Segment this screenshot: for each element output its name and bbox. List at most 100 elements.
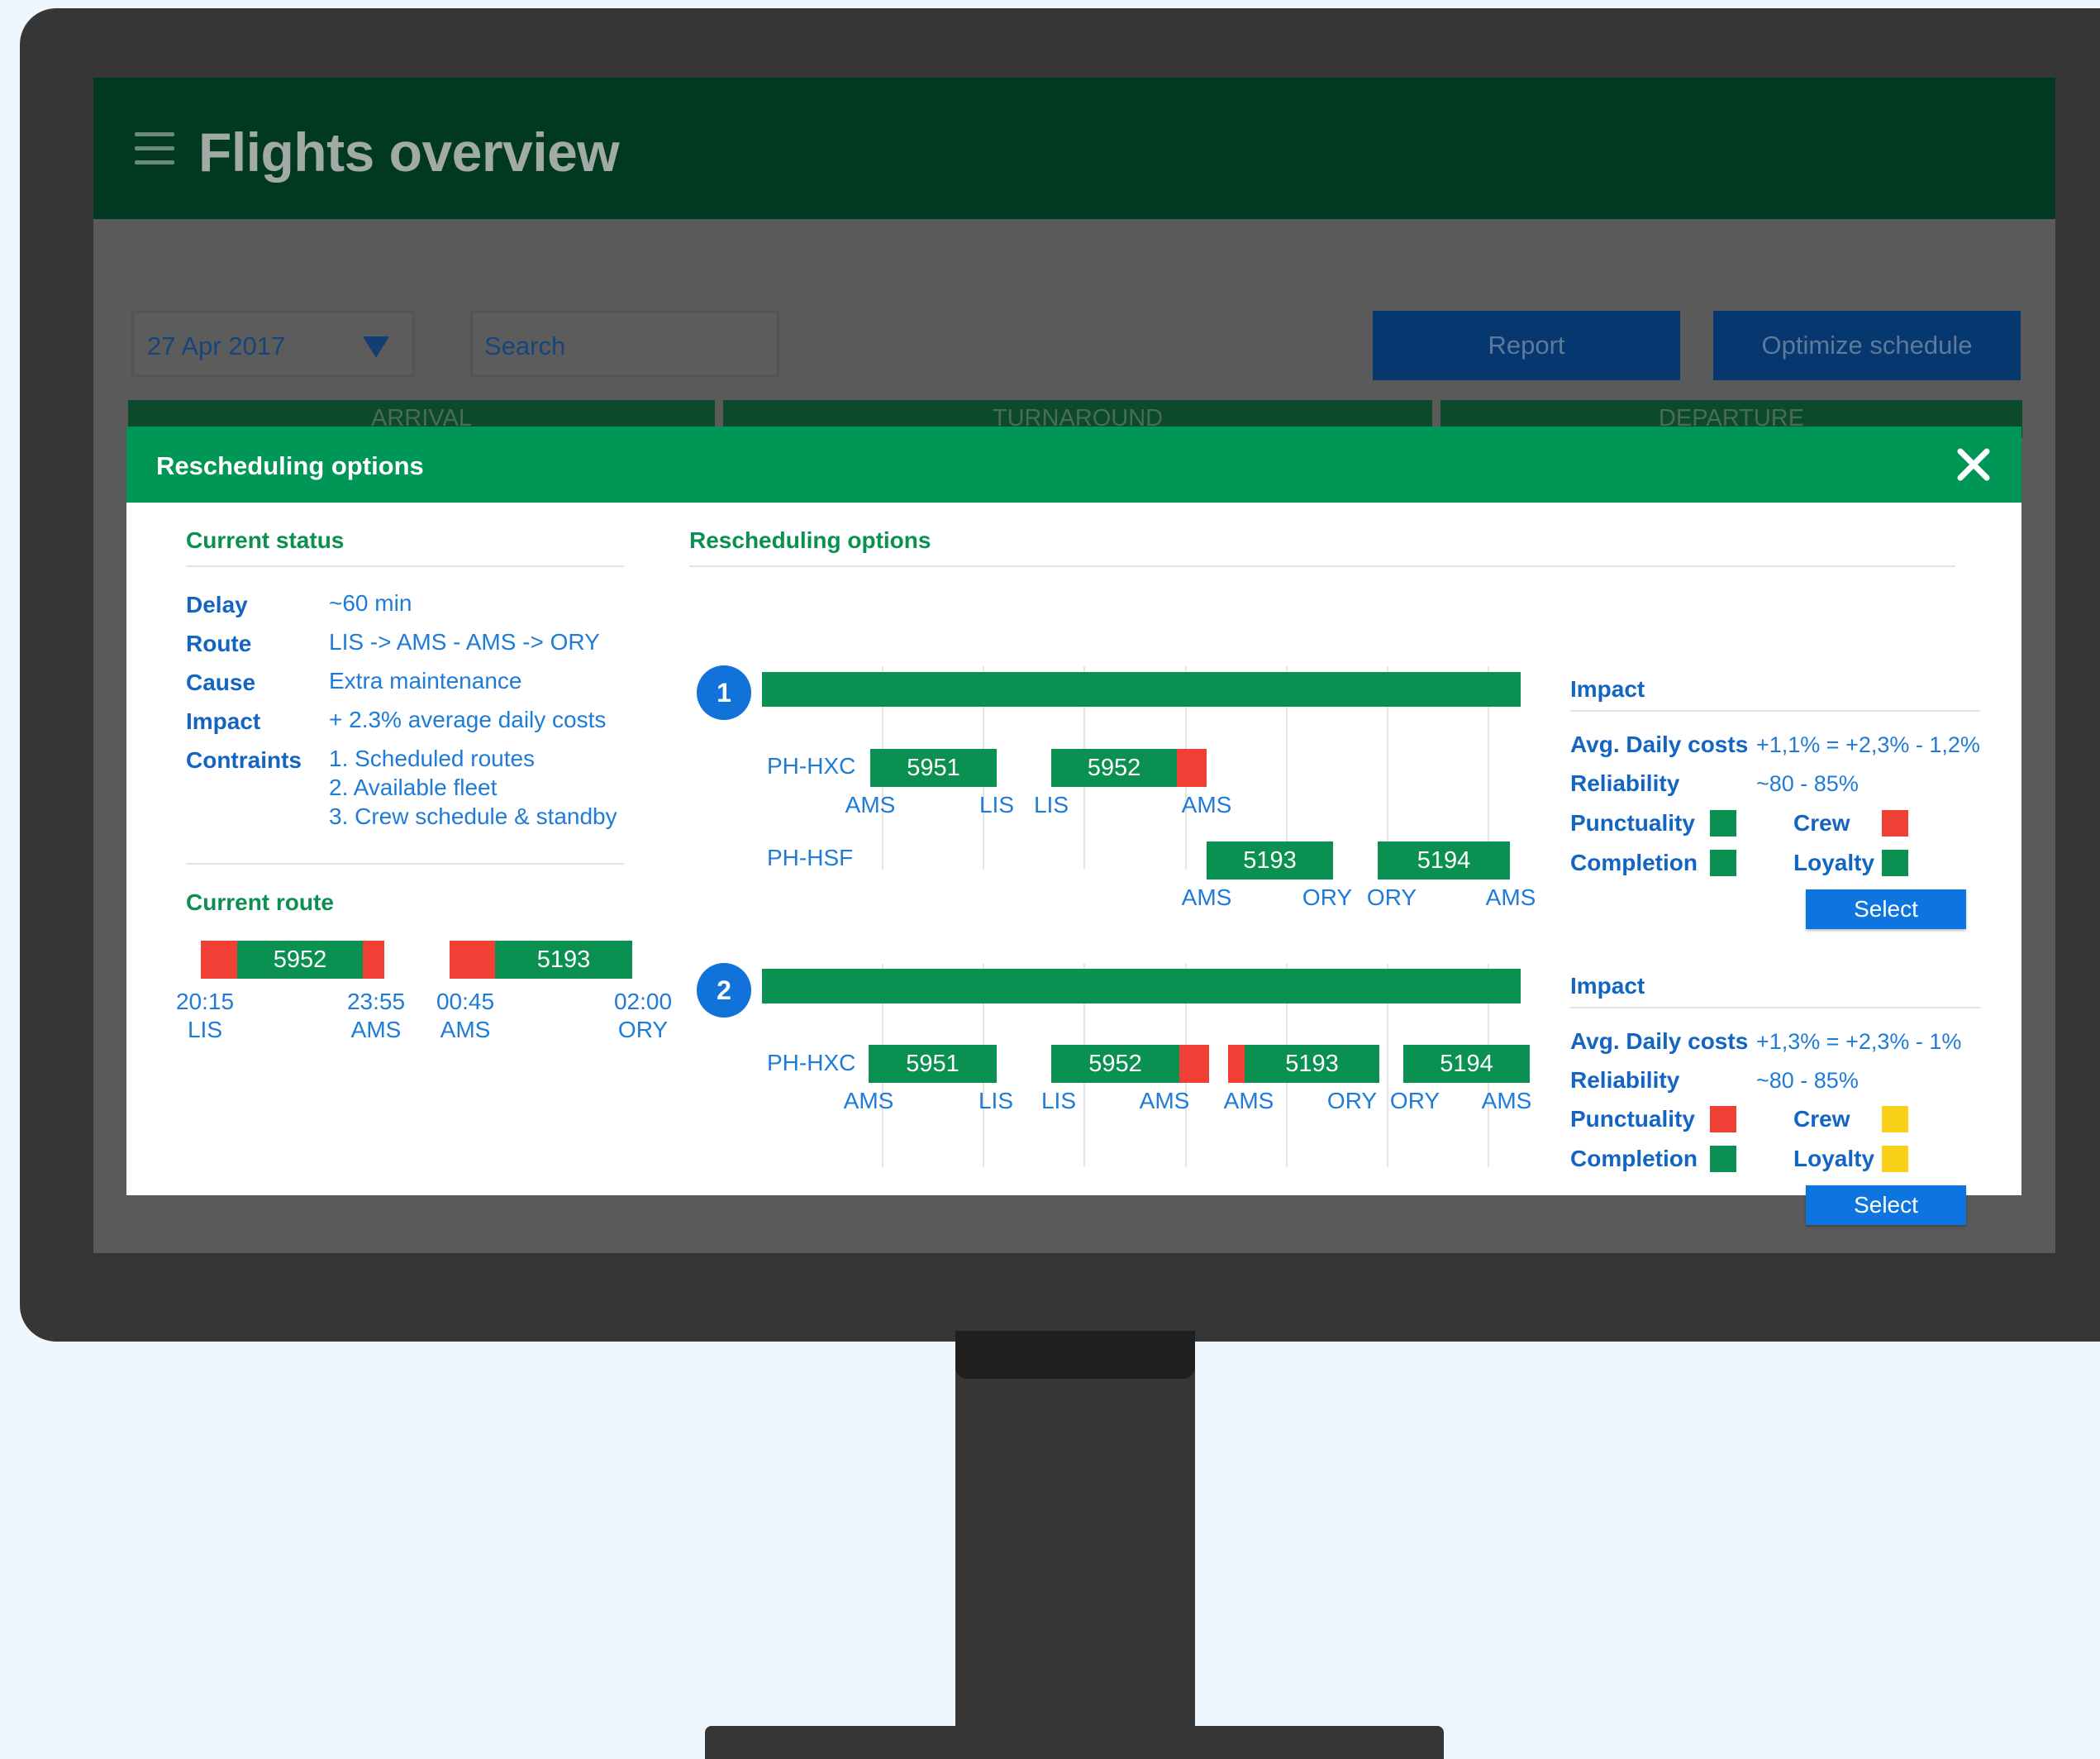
- avg-daily-costs-value: +1,3% = +2,3% - 1%: [1756, 1029, 1962, 1054]
- aircraft-label: PH-HSF: [767, 845, 854, 870]
- aircraft-label: PH-HXC: [767, 1050, 856, 1075]
- rescheduling-modal: Rescheduling options Current status Dela…: [126, 427, 2021, 1225]
- time-label: 02:00: [613, 989, 673, 1014]
- punctuality-label: Punctuality: [1570, 810, 1695, 836]
- option-timeline-bar: [762, 969, 1521, 1003]
- cause-label: Cause: [186, 670, 256, 695]
- current-status-title: Current status: [186, 527, 345, 553]
- avg-daily-costs-label: Avg. Daily costs: [1570, 732, 1749, 757]
- close-icon[interactable]: [1950, 441, 1997, 488]
- divider: [1570, 1007, 1980, 1008]
- airport-label: ORY: [1366, 884, 1417, 910]
- airport-label: AMS: [1181, 884, 1232, 910]
- time-label: 23:55: [346, 989, 406, 1014]
- punctuality-label: Punctuality: [1570, 1106, 1695, 1132]
- crew-status-square: [1882, 810, 1908, 837]
- flight-bar: 5951: [870, 749, 997, 787]
- avg-daily-costs-label: Avg. Daily costs: [1570, 1028, 1749, 1054]
- constraint-item: 2. Available fleet: [329, 775, 498, 800]
- completion-status-square: [1710, 1146, 1736, 1172]
- app-bar: Flights overview: [93, 78, 2055, 219]
- loyalty-status-square: [1882, 850, 1908, 876]
- monitor-neck: [955, 1331, 1195, 1379]
- divider: [186, 565, 624, 567]
- airport-label: ORY: [1302, 884, 1353, 910]
- impact-title: Impact: [1570, 676, 1645, 702]
- hamburger-menu-icon[interactable]: [135, 132, 174, 165]
- reliability-value: ~80 - 85%: [1756, 771, 1859, 796]
- reliability-value: ~80 - 85%: [1756, 1068, 1859, 1093]
- airport-label: AMS: [845, 792, 896, 818]
- divider: [1570, 710, 1980, 712]
- report-button[interactable]: Report: [1373, 311, 1680, 380]
- delay-value: ~60 min: [329, 590, 412, 616]
- airport-label: LIS: [187, 1017, 223, 1042]
- loyalty-label: Loyalty: [1793, 1146, 1875, 1171]
- completion-status-square: [1710, 850, 1736, 876]
- optimize-schedule-button[interactable]: Optimize schedule: [1713, 311, 2021, 380]
- flight-bar: 5193: [1207, 841, 1333, 880]
- page-title: Flights overview: [198, 122, 620, 183]
- screen: Flights overview 27 Apr 2017 Search Repo…: [93, 78, 2055, 1253]
- divider: [186, 863, 624, 865]
- delay-segment: [1179, 1045, 1209, 1083]
- flight-bar: 5952: [1051, 1045, 1179, 1083]
- reliability-label: Reliability: [1570, 1067, 1680, 1093]
- flight-bar: 5952: [1051, 749, 1177, 787]
- airport-label: LIS: [978, 1088, 1014, 1113]
- delay-segment: [1177, 749, 1207, 787]
- date-dropdown[interactable]: 27 Apr 2017: [131, 311, 415, 377]
- airport-label: AMS: [1485, 884, 1536, 910]
- delay-segment: [201, 941, 237, 979]
- date-value: 27 Apr 2017: [147, 331, 286, 360]
- airport-label: ORY: [1326, 1088, 1378, 1113]
- route-label: Route: [186, 631, 252, 656]
- delay-segment: [363, 941, 384, 979]
- punctuality-status-square: [1710, 1106, 1736, 1132]
- airport-label: LIS: [979, 792, 1015, 818]
- route-value: LIS -> AMS - AMS -> ORY: [329, 629, 600, 655]
- modal-title: Rescheduling options: [156, 451, 424, 480]
- airport-label: AMS: [440, 1017, 491, 1042]
- flight-bar: 5193: [495, 941, 632, 979]
- select-option-1-button[interactable]: Select: [1806, 889, 1966, 929]
- impact-label: Impact: [186, 708, 261, 734]
- flight-bar: 5194: [1378, 841, 1510, 880]
- airport-label: LIS: [1040, 1088, 1077, 1113]
- constraint-item: 3. Crew schedule & standby: [329, 803, 617, 829]
- airport-label: ORY: [1389, 1088, 1440, 1113]
- avg-daily-costs-value: +1,1% = +2,3% - 1,2%: [1756, 732, 1980, 757]
- flight-bar: 5952: [237, 941, 363, 979]
- impact-value: + 2.3% average daily costs: [329, 707, 607, 732]
- reliability-label: Reliability: [1570, 770, 1680, 796]
- completion-label: Completion: [1570, 1146, 1698, 1171]
- loyalty-label: Loyalty: [1793, 850, 1875, 875]
- divider: [689, 565, 1955, 567]
- option-timeline-bar: [762, 672, 1521, 707]
- option-number-badge: 1: [697, 665, 751, 720]
- monitor-stand: [955, 1339, 1195, 1742]
- airport-label: LIS: [1033, 792, 1069, 818]
- airport-label: AMS: [350, 1017, 402, 1042]
- crew-label: Crew: [1793, 1106, 1850, 1132]
- flight-bar: 5194: [1403, 1045, 1530, 1083]
- select-option-2-button[interactable]: Select: [1806, 1185, 1966, 1225]
- airport-label: AMS: [1481, 1088, 1532, 1113]
- constraint-item: 1. Scheduled routes: [329, 746, 536, 771]
- airport-label: AMS: [1223, 1088, 1274, 1113]
- dropdown-caret-icon: [363, 336, 389, 358]
- time-label: 20:15: [175, 989, 235, 1014]
- delay-label: Delay: [186, 592, 248, 617]
- impact-title: Impact: [1570, 973, 1645, 999]
- loyalty-status-square: [1882, 1146, 1908, 1172]
- airport-label: AMS: [843, 1088, 894, 1113]
- rescheduling-options-title: Rescheduling options: [689, 527, 931, 553]
- airport-label: ORY: [617, 1017, 669, 1042]
- current-route-title: Current route: [186, 889, 334, 915]
- airport-label: AMS: [1181, 792, 1232, 818]
- delay-segment: [450, 941, 495, 979]
- completion-label: Completion: [1570, 850, 1698, 875]
- aircraft-label: PH-HXC: [767, 753, 856, 779]
- modal-header: Rescheduling options: [126, 427, 2021, 503]
- search-input[interactable]: Search: [470, 311, 779, 377]
